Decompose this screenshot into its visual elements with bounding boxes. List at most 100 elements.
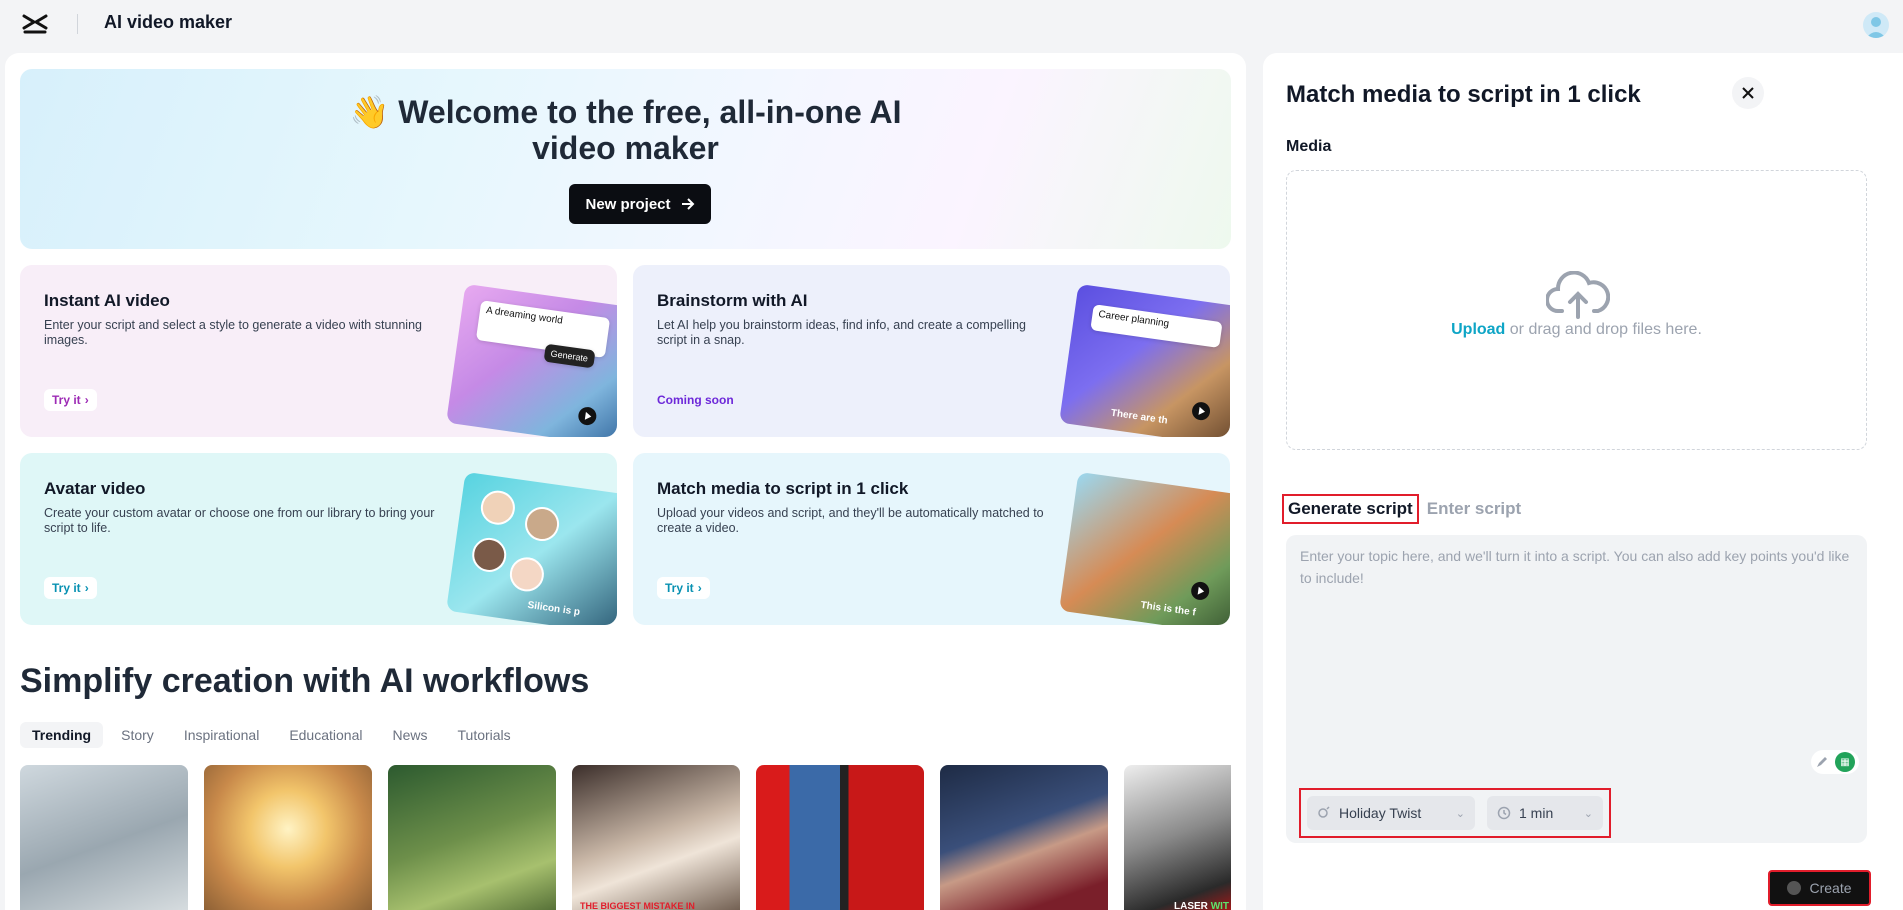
upload-link[interactable]: Upload	[1451, 321, 1505, 338]
try-it-button[interactable]: Try it ›	[44, 577, 97, 599]
avatar-face-icon	[478, 488, 518, 527]
thumb-caption: LASER WIT	[1174, 901, 1229, 910]
spinner-icon	[1787, 881, 1802, 895]
chevron-right-icon: ›	[697, 581, 702, 595]
style-value: Holiday Twist	[1339, 805, 1422, 821]
workflow-thumb-anime[interactable]: LASER WIT	[1124, 765, 1231, 910]
card-instant-ai-video[interactable]: Instant AI video Enter your script and s…	[20, 265, 617, 437]
media-label: Media	[1286, 138, 1332, 155]
card-illustration: Silicon is p	[446, 471, 617, 625]
close-button[interactable]	[1732, 77, 1764, 109]
card-description: Let AI help you brainstorm ideas, find i…	[657, 318, 1026, 347]
app-title: AI video maker	[104, 12, 233, 32]
chevron-down-icon: ⌄	[1455, 807, 1465, 820]
play-icon	[1190, 580, 1211, 602]
create-label: Create	[1809, 880, 1852, 896]
avatar-face-icon	[470, 535, 509, 575]
duration-select[interactable]: 1 min ⌄	[1487, 796, 1603, 830]
cloud-upload-icon	[1546, 271, 1610, 319]
workflow-thumb-dinosaur[interactable]	[388, 765, 556, 910]
script-topic-input[interactable]	[1300, 545, 1855, 705]
tab-tutorials[interactable]: Tutorials	[446, 722, 523, 748]
script-tabs: Generate script Enter script	[1282, 494, 1523, 524]
play-icon	[577, 405, 598, 427]
panel-title: Match media to script in 1 click	[1286, 81, 1641, 108]
tab-educational[interactable]: Educational	[277, 722, 374, 748]
new-project-button[interactable]: New project	[569, 184, 711, 224]
avatar-face-icon	[522, 504, 562, 544]
card-illustration: This is the f	[1059, 471, 1230, 625]
thumb-caption: THE BIGGEST MISTAKE IN	[580, 901, 695, 910]
coming-soon-label: Coming soon	[657, 393, 734, 407]
try-it-label: Try it	[52, 393, 81, 407]
play-icon	[1190, 400, 1212, 422]
card-illustration: Career planning There are th	[1059, 283, 1230, 437]
hero-banner: 👋 Welcome to the free, all-in-one AI vid…	[20, 69, 1231, 249]
match-media-panel: Match media to script in 1 click Media U…	[1263, 53, 1903, 910]
tab-trending[interactable]: Trending	[20, 722, 104, 748]
chevron-right-icon: ›	[84, 393, 89, 407]
create-button[interactable]: Create	[1768, 870, 1871, 906]
workflow-tabs: Trending Story Inspirational Educational…	[20, 722, 523, 748]
close-icon	[1742, 87, 1754, 99]
thumb-caption-part: LASER	[1174, 901, 1208, 910]
chevron-down-icon: ⌄	[1583, 807, 1593, 820]
art-caption: This is the f	[1139, 599, 1197, 619]
card-title: Brainstorm with AI	[657, 291, 808, 310]
script-options: Holiday Twist ⌄ 1 min ⌄	[1299, 788, 1611, 838]
script-box: ▦ Holiday Twist ⌄ 1 min ⌄	[1286, 535, 1867, 843]
hero-title: 👋 Welcome to the free, all-in-one AI vid…	[20, 94, 1231, 166]
thumb-caption-part: WIT	[1210, 901, 1230, 910]
workflows-title: Simplify creation with AI workflows	[20, 662, 590, 700]
try-it-button[interactable]: Try it ›	[657, 577, 710, 599]
chevron-right-icon: ›	[84, 581, 89, 595]
avatar-face-icon	[507, 555, 547, 594]
try-it-label: Try it	[52, 581, 81, 595]
workflow-thumb-snow-leopard[interactable]	[20, 765, 188, 910]
workflow-thumb-news-anchor[interactable]	[940, 765, 1108, 910]
prompt-chip: Career planning	[1090, 304, 1223, 349]
header-divider	[77, 14, 78, 34]
top-bar: AI video maker	[0, 0, 1903, 48]
card-brainstorm-ai[interactable]: Brainstorm with AI Let AI help you brain…	[633, 265, 1230, 437]
workflow-thumb-old-man[interactable]: THE BIGGEST MISTAKE IN	[572, 765, 740, 910]
style-select[interactable]: Holiday Twist ⌄	[1307, 796, 1475, 830]
card-avatar-video[interactable]: Avatar video Create your custom avatar o…	[20, 453, 617, 625]
script-tools: ▦	[1811, 750, 1859, 774]
card-title: Avatar video	[44, 479, 146, 498]
try-it-button[interactable]: Try it ›	[44, 389, 97, 411]
card-title: Instant AI video	[44, 291, 170, 310]
tab-generate-script[interactable]: Generate script	[1282, 494, 1419, 524]
try-it-label: Try it	[665, 581, 694, 595]
edit-icon[interactable]	[1815, 755, 1829, 769]
card-illustration: A dreaming world Generate	[446, 283, 617, 437]
workflow-thumb-jesus[interactable]	[204, 765, 372, 910]
workflow-thumb-staircase[interactable]	[756, 765, 924, 910]
style-icon	[1318, 806, 1330, 818]
card-title: Match media to script in 1 click	[657, 479, 909, 498]
capcut-logo-icon[interactable]	[22, 13, 48, 35]
user-avatar-icon[interactable]	[1863, 12, 1889, 38]
media-dropzone[interactable]: Upload or drag and drop files here.	[1286, 170, 1867, 450]
wave-emoji-icon: 👋	[349, 94, 390, 130]
art-caption: There are th	[1110, 407, 1169, 427]
card-match-media[interactable]: Match media to script in 1 click Upload …	[633, 453, 1230, 625]
card-description: Enter your script and select a style to …	[44, 318, 422, 347]
tab-enter-script[interactable]: Enter script	[1425, 498, 1523, 520]
workflow-thumbnails: THE BIGGEST MISTAKE IN LASER WIT	[20, 765, 1231, 910]
main-content: 👋 Welcome to the free, all-in-one AI vid…	[5, 53, 1246, 910]
clock-icon	[1497, 806, 1511, 820]
upload-text: Upload or drag and drop files here.	[1287, 321, 1866, 339]
hero-title-line2: video maker	[532, 130, 719, 166]
new-project-label: New project	[585, 195, 671, 213]
tab-news[interactable]: News	[380, 722, 439, 748]
card-description: Create your custom avatar or choose one …	[44, 506, 435, 535]
tab-inspirational[interactable]: Inspirational	[172, 722, 272, 748]
grid-icon[interactable]: ▦	[1835, 752, 1855, 772]
hero-title-line1: Welcome to the free, all-in-one AI	[398, 94, 902, 130]
card-description: Upload your videos and script, and they'…	[657, 506, 1044, 535]
art-caption: Silicon is p	[526, 599, 581, 619]
upload-hint: or drag and drop files here.	[1505, 321, 1702, 338]
tab-story[interactable]: Story	[109, 722, 166, 748]
duration-value: 1 min	[1519, 805, 1554, 821]
